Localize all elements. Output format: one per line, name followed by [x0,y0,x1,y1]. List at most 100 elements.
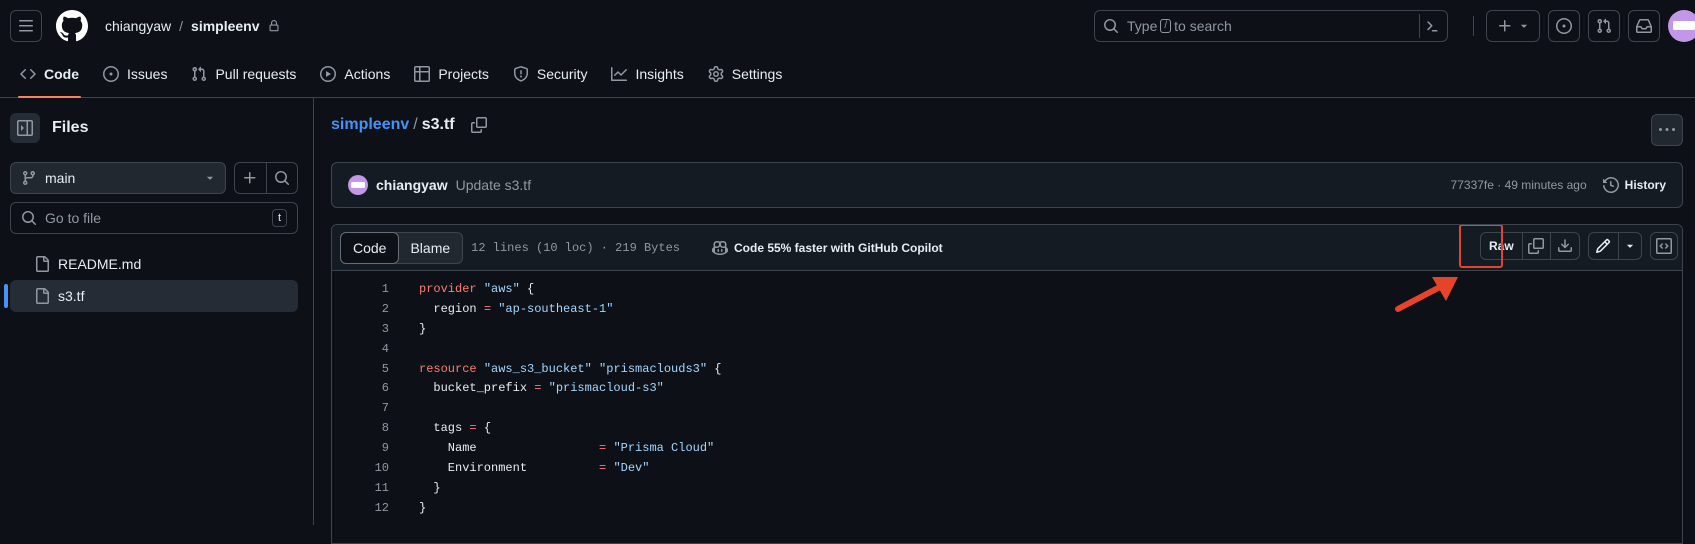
history-button[interactable]: History [1602,177,1666,193]
copy-path-button[interactable] [470,117,487,133]
line-number[interactable]: 2 [332,302,389,316]
code-lines: 1 provider "aws" {2 region = "ap-southeas… [332,271,1682,518]
symbols-panel-button[interactable] [1650,232,1678,260]
view-mode-toggle: Code Blame [340,231,464,264]
create-new-button[interactable] [1486,10,1540,42]
tab-label: Issues [127,66,168,82]
code-view-button[interactable]: Code [340,231,400,264]
line-text: Environment = "Dev" [419,460,650,475]
tab-security[interactable]: Security [503,51,598,97]
code-token: Name [419,441,600,456]
shortcut-key: t [271,209,287,227]
copilot-icon [712,240,728,255]
code-toolbar: Code Blame 12 lines (10 loc) · 219 Bytes… [332,225,1682,271]
tab-code[interactable]: Code [10,51,89,98]
download-button[interactable] [1551,233,1579,259]
copy-raw-button[interactable] [1523,233,1551,259]
sidebar-actions [234,162,298,194]
plus-icon [1499,20,1511,32]
add-file-button[interactable] [235,163,267,193]
line-number[interactable]: 7 [332,401,389,415]
line-number[interactable]: 5 [332,362,389,376]
current-file-name: s3.tf [421,116,455,133]
repo-breadcrumb: chiangyaw / simpleenv [105,18,280,34]
tab-label: Projects [438,66,489,82]
search-input[interactable]: Type / to search [1094,10,1448,42]
tab-insights[interactable]: Insights [601,51,693,97]
edit-file-button[interactable] [1589,233,1619,259]
repo-nav-tabs: Code Issues Pull requests Actions Projec… [0,52,1695,98]
sidebar-header: Files [10,113,88,143]
path-separator: / [413,116,418,133]
branch-selector[interactable]: main [10,162,226,194]
tab-label: Actions [344,66,391,82]
code-token: provider [419,281,477,296]
repo-link[interactable]: simpleenv [191,18,259,34]
line-number[interactable]: 10 [332,461,389,475]
hamburger-menu-button[interactable] [10,10,42,42]
github-logo-icon[interactable] [55,9,89,43]
divider [1473,16,1474,36]
code-token: "ap-southeast-1" [498,301,614,316]
line-text: Name = "Prisma Cloud" [419,441,714,455]
commit-author[interactable]: chiangyaw [376,177,448,193]
line-number[interactable]: 12 [332,501,389,515]
kebab-horizontal-icon [1659,128,1675,131]
search-files-button[interactable] [267,163,298,193]
breadcrumb-separator: / [179,18,184,34]
tab-settings[interactable]: Settings [698,51,793,97]
commit-meta[interactable]: 77337fe · 49 minutes ago [1451,178,1587,192]
line-number[interactable]: 3 [332,322,389,336]
search-icon [22,211,37,226]
tab-actions[interactable]: Actions [310,51,400,97]
file-name: README.md [58,256,142,272]
line-number[interactable]: 11 [332,481,389,495]
tab-projects[interactable]: Projects [404,51,499,97]
line-text: region = "ap-southeast-1" [419,302,613,316]
tab-issues[interactable]: Issues [93,51,177,97]
issue-opened-icon [1556,18,1572,34]
line-text: tags = { [419,421,491,435]
code-token: "Dev" [613,460,650,475]
owner-link[interactable]: chiangyaw [105,18,171,34]
code-square-icon [1656,238,1672,254]
commit-message[interactable]: Update s3.tf [456,177,532,193]
line-text: } [419,501,426,515]
sidebar-collapse-icon [17,120,33,136]
collapse-sidebar-button[interactable] [10,113,40,143]
line-number[interactable]: 1 [332,282,389,296]
repo-root-link[interactable]: simpleenv [331,116,409,134]
code-line: 10 Environment = "Dev" [332,458,1682,478]
issues-button[interactable] [1548,10,1580,42]
tab-pull-requests[interactable]: Pull requests [181,51,306,97]
user-avatar[interactable] [1668,10,1695,42]
line-number[interactable]: 8 [332,421,389,435]
edit-options-dropdown[interactable] [1619,233,1641,259]
more-options-button[interactable] [1651,114,1683,146]
table-icon [414,66,431,82]
code-token: "prismaclouds3" [599,361,708,376]
code-line: 11 } [332,478,1682,498]
file-item-s3-tf[interactable]: s3.tf [4,280,298,312]
author-avatar[interactable] [348,175,368,195]
pull-request-icon [192,66,207,82]
pull-requests-button[interactable] [1588,10,1620,42]
inbox-button[interactable] [1628,10,1660,42]
go-to-file-input[interactable]: Go to file t [10,202,298,234]
line-number[interactable]: 4 [332,342,389,356]
file-path-breadcrumb: simpleenv / s3.tf [331,116,487,134]
line-number[interactable]: 6 [332,381,389,395]
command-palette-button[interactable] [1419,14,1443,38]
code-token: { [707,361,722,376]
file-item-readme[interactable]: README.md [10,248,298,280]
tab-label: Insights [635,66,684,82]
blame-view-button[interactable]: Blame [398,233,462,263]
code-line: 7 [332,398,1682,418]
download-icon [1557,239,1572,252]
line-number[interactable]: 9 [332,441,389,455]
copilot-promo[interactable]: Code 55% faster with GitHub Copilot [712,240,943,256]
code-line: 12} [332,498,1682,518]
pull-request-icon [1597,18,1612,34]
code-token: = [469,421,477,436]
hamburger-icon [19,20,33,32]
